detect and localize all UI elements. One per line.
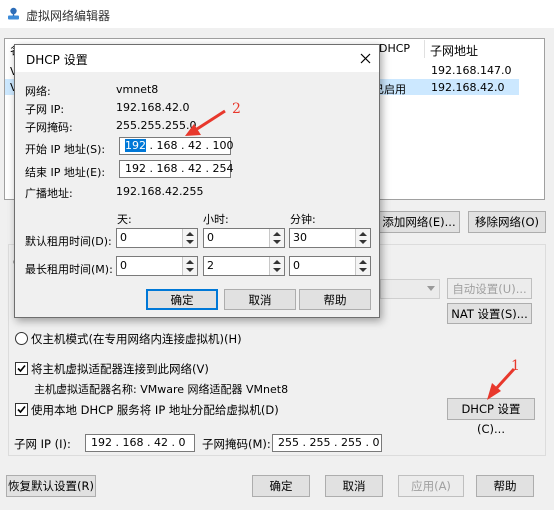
restore-defaults-button[interactable]: 恢复默认设置(R) <box>6 475 96 497</box>
default-lease-minutes-spinner[interactable]: 30 <box>289 228 371 248</box>
dhcp-help-button[interactable]: 帮助 <box>299 289 371 310</box>
subnet-mask-input[interactable]: 255 . 255 . 255 . 0 <box>272 434 382 452</box>
adapter-name-text: 主机虚拟适配器名称: VMware 网络适配器 VMnet8 <box>34 383 289 396</box>
dhcp-dialog-title: DHCP 设置 <box>26 53 88 67</box>
network-label: 网络: <box>25 85 51 98</box>
ok-button[interactable]: 确定 <box>252 475 310 497</box>
title-bar: 虚拟网络编辑器 <box>0 0 554 28</box>
table-header-dhcp[interactable]: DHCP <box>379 42 410 55</box>
default-lease-days-spinner[interactable]: 0 <box>116 228 198 248</box>
host-only-label: 仅主机模式(在专用网络内连接虚拟机)(H) <box>31 332 242 346</box>
hours-column-label: 小时: <box>203 213 229 226</box>
max-lease-days-spinner[interactable]: 0 <box>116 256 198 276</box>
default-lease-hours-spinner[interactable]: 0 <box>203 228 285 248</box>
broadcast-value: 192.168.42.255 <box>116 185 204 198</box>
days-column-label: 天: <box>117 213 132 226</box>
subnet-mask-label: 子网掩码: <box>25 121 73 134</box>
spinner-arrows-icon[interactable] <box>269 257 284 275</box>
help-button[interactable]: 帮助 <box>476 475 534 497</box>
dhcp-settings-dialog: DHCP 设置 网络: vmnet8 子网 IP: 192.168.42.0 子… <box>14 44 380 318</box>
spinner-value: 0 <box>120 231 127 244</box>
spinner-value: 0 <box>207 231 214 244</box>
default-lease-label: 默认租用时间(D): <box>25 235 112 248</box>
auto-settings-button[interactable]: 自动设置(U)... <box>447 278 532 299</box>
spinner-value: 0 <box>120 259 127 272</box>
annotation-arrow-1-icon <box>487 367 516 400</box>
spinner-arrows-icon[interactable] <box>355 257 370 275</box>
broadcast-label: 广播地址: <box>25 187 73 200</box>
table-header-subnet[interactable]: 子网地址 <box>430 42 478 59</box>
end-ip-input[interactable]: 192 . 168 . 42 . 254 <box>119 160 233 178</box>
apply-button[interactable]: 应用(A) <box>398 475 464 497</box>
spinner-value: 30 <box>293 231 307 244</box>
close-icon[interactable] <box>360 53 371 64</box>
use-dhcp-label: 使用本地 DHCP 服务将 IP 地址分配给虚拟机(D) <box>31 403 279 417</box>
spinner-arrows-icon[interactable] <box>182 257 197 275</box>
subnet-ip-label: 子网 IP: <box>25 103 65 116</box>
window-title: 虚拟网络编辑器 <box>26 9 111 23</box>
spinner-arrows-icon[interactable] <box>269 229 284 247</box>
start-ip-label: 开始 IP 地址(S): <box>25 143 106 156</box>
annotation-arrow-2-icon <box>185 109 226 136</box>
table-row-1-subnet[interactable]: 192.168.147.0 <box>431 64 511 77</box>
check-icon <box>17 364 26 373</box>
nat-mode-combo[interactable] <box>380 279 440 299</box>
max-lease-minutes-spinner[interactable]: 0 <box>289 256 371 276</box>
chevron-down-icon <box>427 286 435 291</box>
annotation-number-2: 2 <box>232 101 241 117</box>
dhcp-dialog-titlebar: DHCP 设置 <box>15 45 379 72</box>
app-network-icon <box>8 7 19 20</box>
spinner-value: 2 <box>207 259 214 272</box>
spinner-arrows-icon[interactable] <box>355 229 370 247</box>
connect-adapter-label: 将主机虚拟适配器连接到此网络(V) <box>31 362 209 376</box>
max-lease-hours-spinner[interactable]: 2 <box>203 256 285 276</box>
cancel-button[interactable]: 取消 <box>325 475 383 497</box>
max-lease-label: 最长租用时间(M): <box>25 263 113 276</box>
add-network-button[interactable]: 添加网络(E)... <box>378 211 460 233</box>
start-ip-selected-octet: 192 <box>125 139 146 152</box>
start-ip-rest: . 168 . 42 . 100 <box>146 139 234 152</box>
start-ip-input[interactable]: 192 . 168 . 42 . 100 <box>119 137 234 155</box>
nat-settings-button[interactable]: NAT 设置(S)... <box>447 303 532 324</box>
dhcp-ok-button[interactable]: 确定 <box>146 289 218 310</box>
subnet-ip-input[interactable]: 192 . 168 . 42 . 0 <box>85 434 195 452</box>
subnet-ip-label: 子网 IP (I): <box>14 437 71 451</box>
header-divider <box>424 40 425 58</box>
host-only-radio[interactable] <box>15 332 28 345</box>
remove-network-button[interactable]: 移除网络(O) <box>468 211 546 233</box>
minutes-column-label: 分钟: <box>290 213 316 226</box>
subnet-mask-label: 子网掩码(M): <box>202 437 271 451</box>
check-icon <box>17 405 26 414</box>
dhcp-cancel-button[interactable]: 取消 <box>224 289 296 310</box>
spinner-arrows-icon[interactable] <box>182 229 197 247</box>
spinner-value: 0 <box>293 259 300 272</box>
subnet-ip-value: 192.168.42.0 <box>116 101 190 114</box>
connect-adapter-checkbox[interactable] <box>15 362 28 375</box>
use-dhcp-checkbox[interactable] <box>15 403 28 416</box>
table-row-2-subnet[interactable]: 192.168.42.0 <box>431 81 504 94</box>
network-value: vmnet8 <box>116 83 159 96</box>
end-ip-label: 结束 IP 地址(E): <box>25 166 106 179</box>
